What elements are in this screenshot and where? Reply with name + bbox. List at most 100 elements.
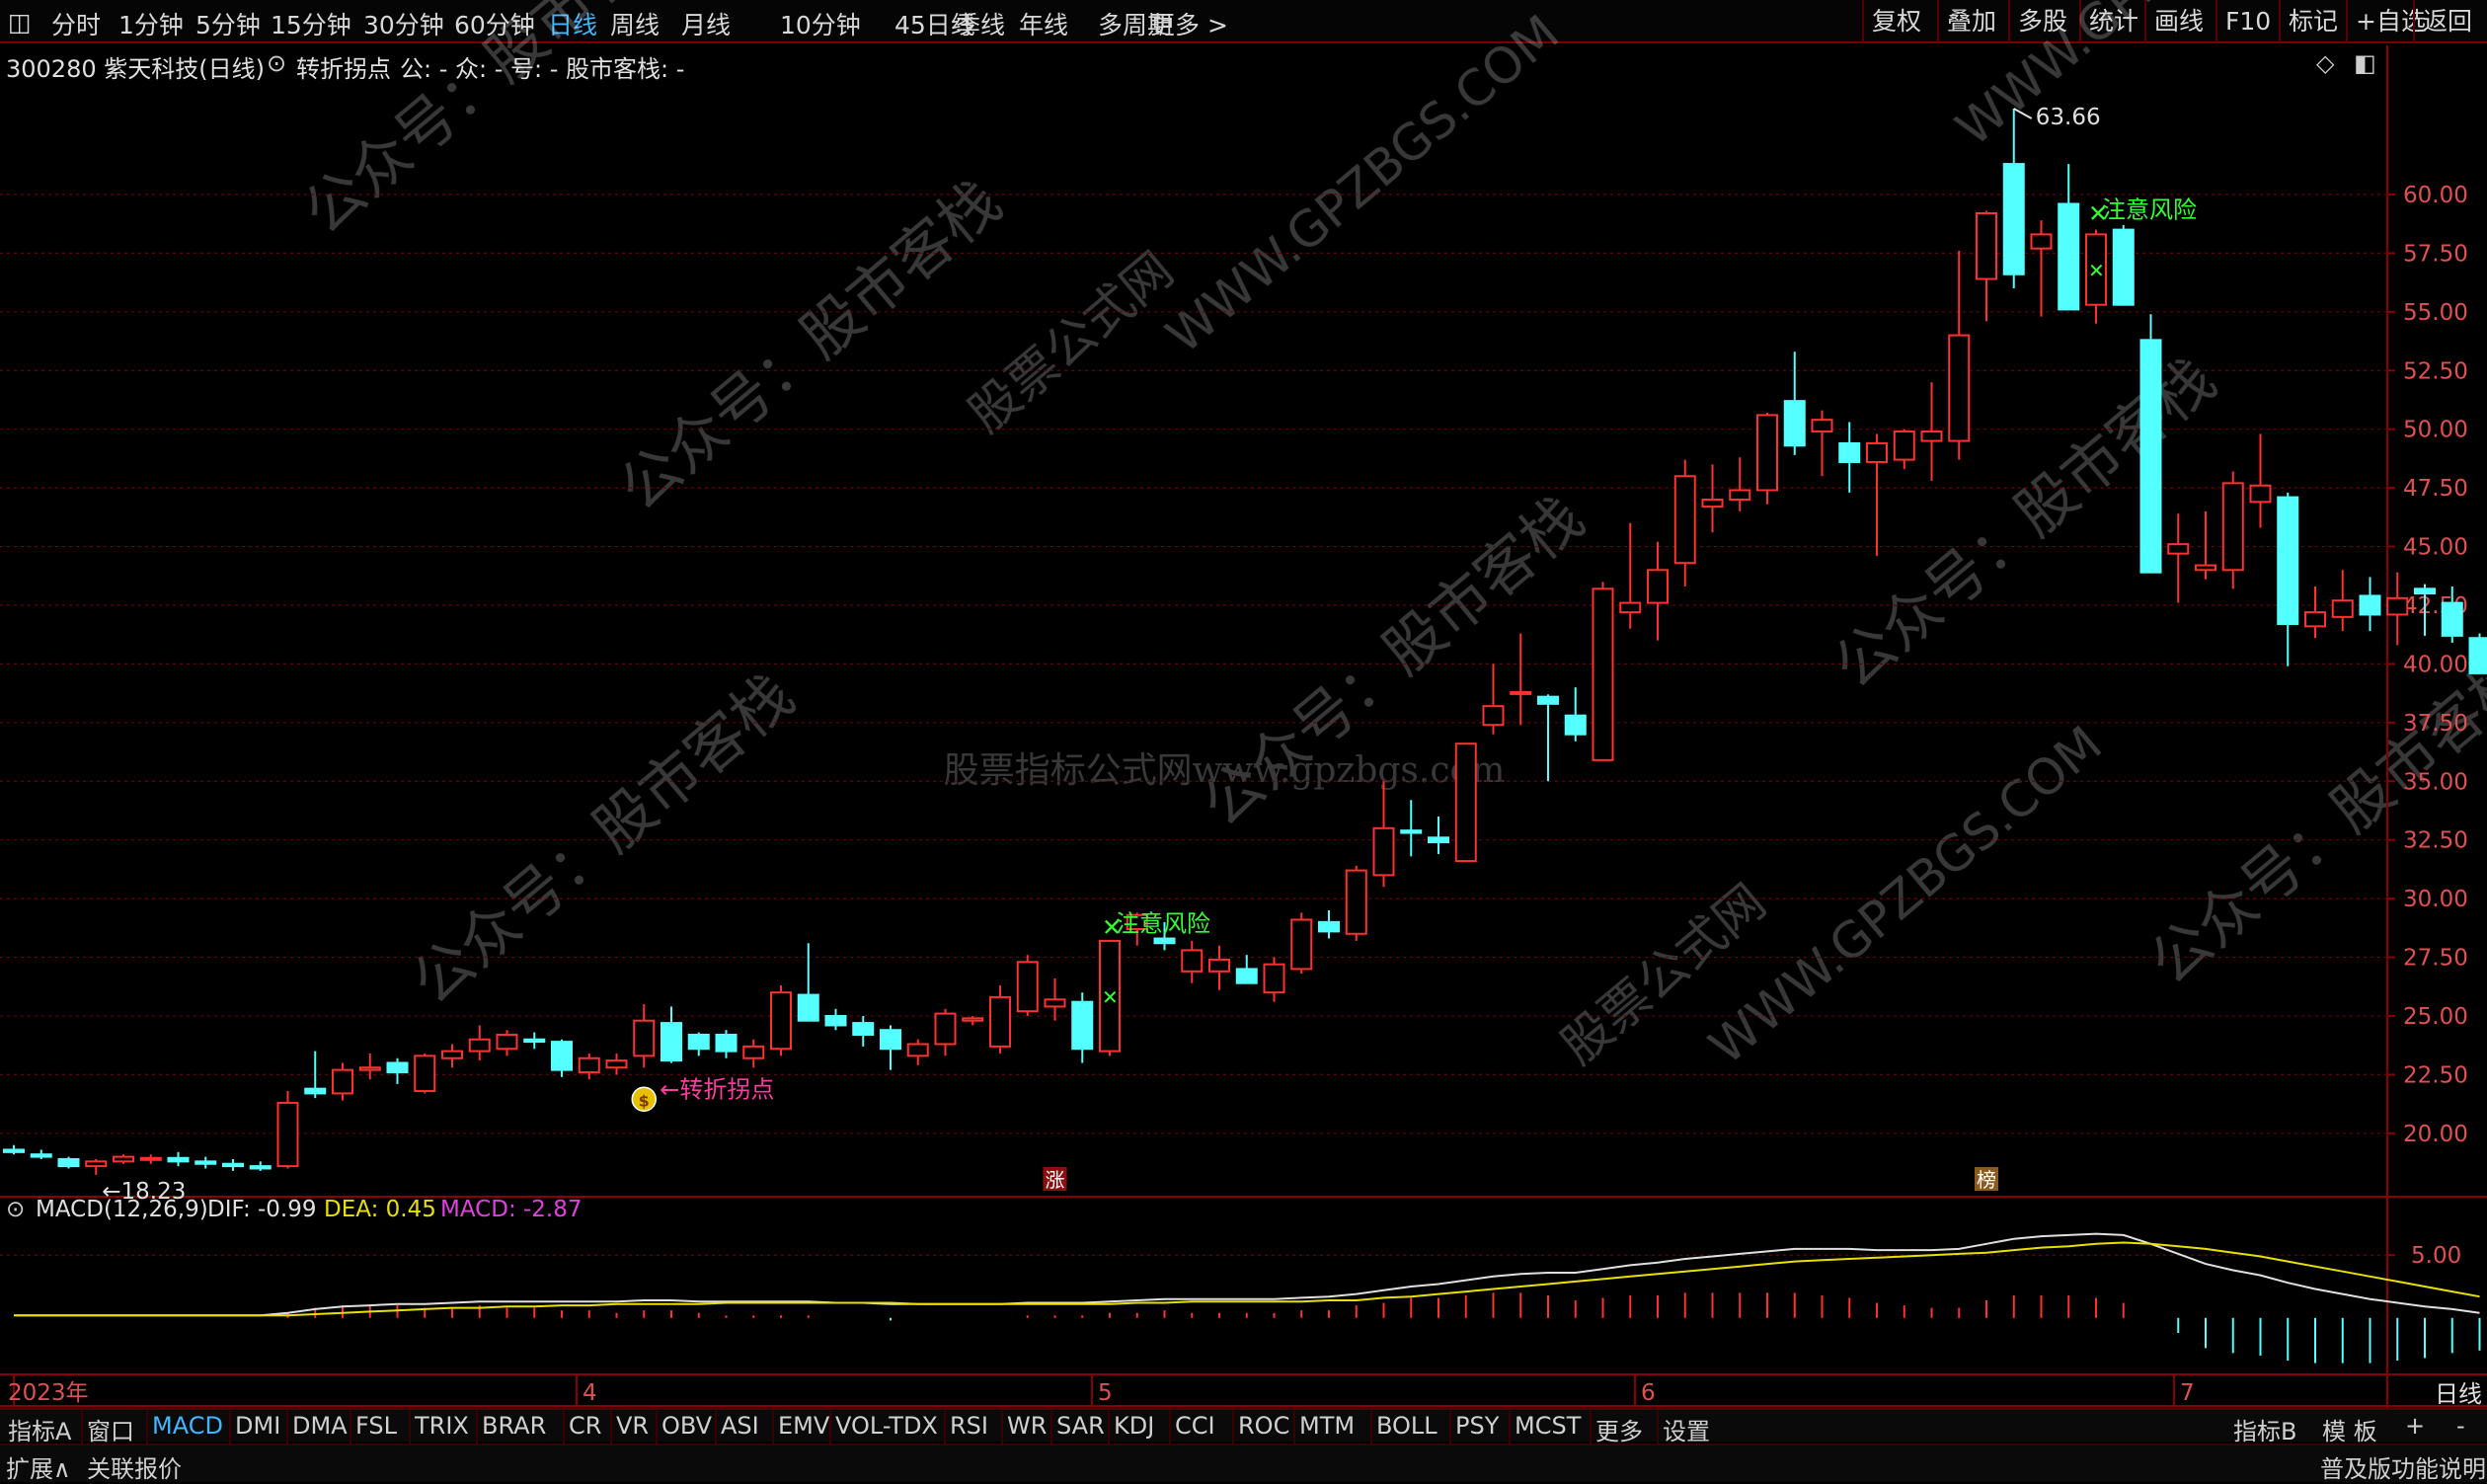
candle-body-13 — [360, 1067, 380, 1069]
candle-body-87 — [2387, 598, 2407, 615]
macd-name: MACD(12,26,9) — [36, 1197, 208, 1222]
candle-body-66 — [1813, 420, 1832, 431]
indicator-tab-3[interactable]: DMI — [235, 1412, 280, 1440]
candle-body-83 — [2278, 498, 2297, 624]
candle-body-1 — [32, 1154, 51, 1156]
indicator-tab-11[interactable]: ASI — [721, 1412, 759, 1440]
candle-body-49 — [1347, 871, 1366, 934]
risk-box-icon-0: ✕ — [1102, 985, 1119, 1009]
indicator-tab-9[interactable]: VR — [616, 1412, 649, 1440]
expand-button[interactable]: 扩展∧ — [6, 1449, 71, 1484]
indicator-tab-18[interactable]: CCI — [1175, 1412, 1215, 1440]
candle-body-12 — [333, 1070, 352, 1094]
indicator-tab-17[interactable]: KDJ — [1114, 1412, 1154, 1440]
indicator-tab-5[interactable]: FSL — [355, 1412, 397, 1440]
indicator-right-1[interactable]: 模 板 — [2322, 1412, 2377, 1446]
indicator-tab-20[interactable]: MTM — [1299, 1412, 1355, 1440]
edition-info-link[interactable]: 普及版功能说明 — [2320, 1449, 2486, 1484]
candle-body-90 — [2470, 638, 2487, 673]
candle-body-52 — [1429, 837, 1448, 842]
indicator-tab-4[interactable]: DMA — [292, 1412, 348, 1440]
indicator-tab-12[interactable]: EMV — [778, 1412, 829, 1440]
indicator-tab-25[interactable]: 设置 — [1663, 1412, 1710, 1446]
candle-body-31 — [853, 1023, 873, 1035]
indicator-tab-13[interactable]: VOL-TDX — [835, 1412, 938, 1440]
y-tick-label-16: 60.00 — [2403, 183, 2468, 208]
indicator-tab-19[interactable]: ROC — [1238, 1412, 1289, 1440]
indicator-tab-0[interactable]: 指标A — [8, 1412, 71, 1446]
bottom-bar: 扩展∧ 关联报价 普及版功能说明 — [0, 1444, 2487, 1482]
macd-toggle-icon[interactable]: ⊙ — [6, 1197, 25, 1222]
candle-body-45 — [1237, 969, 1257, 982]
indicator-tab-1[interactable]: 窗口 — [87, 1412, 134, 1446]
candle-body-80 — [2196, 566, 2215, 571]
candle-body-55 — [1511, 692, 1530, 694]
candle-body-74 — [2032, 234, 2052, 248]
risk-label-3: 注意风险 — [1116, 909, 1210, 937]
related-quotes-button[interactable]: 关联报价 — [87, 1449, 182, 1484]
indicator-tab-10[interactable]: OBV — [661, 1412, 712, 1440]
indicator-tab-14[interactable]: RSI — [950, 1412, 988, 1440]
candle-body-82 — [2251, 486, 2271, 503]
y-tick-label-6: 35.00 — [2403, 769, 2468, 795]
indicator-tab-2[interactable]: MACD — [152, 1412, 223, 1440]
month-label-0: 2023年 — [8, 1380, 89, 1406]
indicator-tab-7[interactable]: BRAR — [482, 1412, 546, 1440]
y-tick-label-12: 50.00 — [2403, 418, 2468, 443]
watermark-diag-1: 公众号：股市客栈 — [607, 167, 1015, 524]
candle-body-54 — [1484, 706, 1504, 725]
candle-body-18 — [498, 1035, 517, 1049]
indicator-right-2[interactable]: + — [2405, 1412, 2425, 1440]
candle-body-51 — [1401, 830, 1421, 832]
candle-body-89 — [2443, 603, 2462, 636]
kline-chart[interactable]: 股票指标公式网www.gpzbgs.com公众号：股市客栈公众号：股市客栈公众号… — [0, 0, 2487, 1482]
month-label-3: 6 — [1641, 1380, 1656, 1406]
y-tick-label-0: 20.00 — [2403, 1122, 2468, 1147]
candle-body-75 — [2059, 203, 2078, 309]
candle-body-29 — [799, 995, 818, 1021]
indicator-right-0[interactable]: 指标B — [2233, 1412, 2296, 1446]
indicator-tab-8[interactable]: CR — [569, 1412, 601, 1440]
y-tick-label-15: 57.50 — [2403, 241, 2468, 267]
indicator-tab-22[interactable]: PSY — [1455, 1412, 1499, 1440]
candle-body-61 — [1675, 476, 1695, 563]
indicator-tab-21[interactable]: BOLL — [1376, 1412, 1438, 1440]
y-tick-label-1: 22.50 — [2403, 1062, 2468, 1088]
candle-body-19 — [524, 1040, 544, 1042]
risk-label-4: 注意风险 — [2102, 196, 2197, 224]
candle-body-86 — [2361, 595, 2380, 614]
candle-body-5 — [141, 1158, 161, 1160]
y-tick-label-13: 52.50 — [2403, 358, 2468, 384]
candle-body-32 — [881, 1030, 900, 1049]
candle-body-69 — [1895, 431, 1914, 460]
indicator-tab-16[interactable]: SAR — [1056, 1412, 1105, 1440]
candle-body-10 — [278, 1103, 298, 1166]
candle-body-22 — [607, 1060, 627, 1067]
indicator-tab-24[interactable]: 更多 — [1595, 1412, 1643, 1446]
candle-body-34 — [936, 1014, 956, 1045]
candle-body-46 — [1265, 965, 1284, 993]
candle-body-84 — [2305, 612, 2325, 626]
candle-body-15 — [415, 1055, 434, 1091]
candle-body-59 — [1620, 603, 1640, 613]
watermark-diag-4: 公众号：股市客栈 — [1822, 345, 2229, 702]
indicator-tab-15[interactable]: WR — [1007, 1412, 1047, 1440]
indicator-tab-6[interactable]: TRIX — [415, 1412, 469, 1440]
macd-tick-label-0: 5.00 — [2411, 1243, 2461, 1269]
indicator-tab-23[interactable]: MCST — [1515, 1412, 1581, 1440]
high-label: 63.66 — [2036, 105, 2101, 130]
candle-body-30 — [826, 1016, 846, 1026]
candle-body-17 — [470, 1040, 490, 1052]
candle-body-67 — [1839, 443, 1859, 462]
candle-body-77 — [2114, 230, 2134, 305]
indicator-tabs: 指标A窗口MACDDMIDMAFSLTRIXBRARCRVROBVASIEMVV… — [0, 1408, 2487, 1442]
candle-body-6 — [169, 1158, 189, 1162]
watermark-diag-0: 公众号：股市客栈 — [291, 0, 699, 248]
candle-body-88 — [2415, 588, 2435, 593]
candle-body-48 — [1319, 922, 1339, 932]
candle-body-73 — [2004, 164, 2024, 274]
candle-body-70 — [1922, 431, 1942, 441]
candle-body-11 — [305, 1089, 325, 1094]
indicator-right-3[interactable]: - — [2456, 1412, 2465, 1440]
candle-body-3 — [86, 1161, 106, 1166]
